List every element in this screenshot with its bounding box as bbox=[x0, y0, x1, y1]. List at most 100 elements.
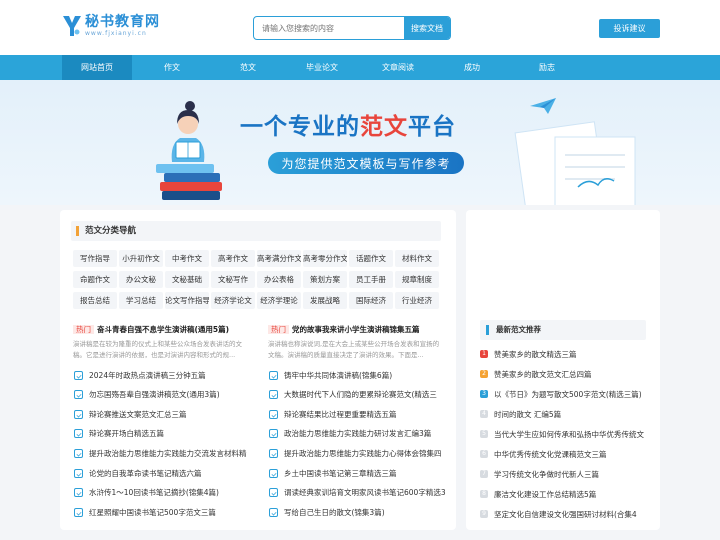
article-list-item[interactable]: 水浒传1～10回读书笔记摘抄(锦集4篇) bbox=[74, 486, 254, 500]
article-title: 政治能力思维能力实践能力研讨发言汇编3篇 bbox=[284, 429, 432, 439]
nav-item-thesis[interactable]: 毕业论文 bbox=[292, 55, 352, 80]
paper-plane-icon bbox=[530, 98, 556, 114]
category-link[interactable]: 国际经济 bbox=[349, 292, 393, 309]
document-icon bbox=[269, 370, 278, 380]
category-link[interactable]: 规章制度 bbox=[395, 271, 439, 288]
rank-badge: 7 bbox=[480, 470, 488, 478]
rank-badge: 4 bbox=[480, 410, 488, 418]
recommend-panel: 最新范文推荐 1 赞美家乡的散文精选三篇 2 赞美家乡的散文范文汇总四篇 3 以《节日》为… bbox=[466, 210, 660, 530]
category-link[interactable]: 高考满分作文 bbox=[257, 250, 301, 267]
recommend-item[interactable]: 2 赞美家乡的散文范文汇总四篇 bbox=[480, 367, 656, 381]
nav-item-inspiration[interactable]: 励志 bbox=[519, 55, 575, 80]
article-list-item[interactable]: 乡土中国读书笔记第三章精选三篇 bbox=[269, 466, 449, 480]
recommend-header: 最新范文推荐 bbox=[480, 320, 646, 340]
article-list-item[interactable]: 谓读经典家训培育文明家风读书笔记600字精选3 bbox=[269, 486, 449, 500]
nav-item-reading[interactable]: 文章阅读 bbox=[370, 55, 426, 80]
document-icon bbox=[74, 507, 83, 517]
article-title: 论党的自我革命读书笔记精选六篇 bbox=[89, 468, 202, 478]
article-list-item[interactable]: 铸牢中华共同体演讲稿(锦集6篇) bbox=[269, 368, 449, 382]
recommend-title-text: 赞美家乡的散文范文汇总四篇 bbox=[494, 369, 592, 379]
recommend-item[interactable]: 4 时间的散文 汇编5篇 bbox=[480, 407, 656, 421]
document-icon bbox=[74, 468, 83, 478]
document-icon bbox=[74, 448, 83, 458]
category-link[interactable]: 小升初作文 bbox=[119, 250, 163, 267]
main-nav: 网站首页 作文 范文 毕业论文 文章阅读 成功 励志 bbox=[0, 55, 720, 80]
search-input[interactable] bbox=[254, 17, 404, 39]
category-link[interactable]: 经济学论文 bbox=[211, 292, 255, 309]
article-list-item[interactable]: 2024年时政热点演讲稿三分钟五篇 bbox=[74, 368, 254, 382]
banner-subtitle: 为您提供范文模板与写作参考 bbox=[268, 152, 464, 174]
category-link[interactable]: 文秘写作 bbox=[211, 271, 255, 288]
category-link[interactable]: 策划方案 bbox=[303, 271, 347, 288]
category-link[interactable]: 学习总结 bbox=[119, 292, 163, 309]
article-list-item[interactable]: 大数据时代下人们隐的更累辩论赛范文(精选三 bbox=[269, 388, 449, 402]
article-title: 辩论赛结果比过程更重要精选五篇 bbox=[284, 409, 397, 419]
recommend-title-text: 中华优秀传统文化党课稿范文三篇 bbox=[494, 449, 607, 459]
article-list-item[interactable]: 辩论赛推送文案范文汇总三篇 bbox=[74, 407, 254, 421]
category-link[interactable]: 高考作文 bbox=[211, 250, 255, 267]
category-link[interactable]: 办公表格 bbox=[257, 271, 301, 288]
recommend-item[interactable]: 7 学习传统文化争做时代新人三篇 bbox=[480, 467, 656, 481]
recommend-item[interactable]: 8 廉洁文化建设工作总结精选5篇 bbox=[480, 487, 656, 501]
rank-badge: 9 bbox=[480, 510, 488, 518]
nav-item-model-essay[interactable]: 范文 bbox=[220, 55, 276, 80]
article-list-item[interactable]: 政治能力思维能力实践能力研讨发言汇编3篇 bbox=[269, 427, 449, 441]
article-list-item[interactable]: 写给自己生日的散文(锦集3篇) bbox=[269, 505, 449, 519]
hot-desc-left: 演讲稿是在较为隆重的仪式上和某些公众场合发表讲话的文稿。它是进行演讲的依据，也是… bbox=[73, 340, 242, 359]
article-list-item[interactable]: 论党的自我革命读书笔记精选六篇 bbox=[74, 466, 254, 480]
article-title: 乡土中国读书笔记第三章精选三篇 bbox=[284, 468, 397, 478]
recommend-item[interactable]: 3 以《节日》为题写散文500字范文(精选三篇) bbox=[480, 387, 656, 401]
reading-girl-illustration bbox=[156, 101, 222, 200]
document-icon bbox=[269, 468, 278, 478]
category-link[interactable]: 行业经济 bbox=[395, 292, 439, 309]
document-icon bbox=[74, 370, 83, 380]
nav-item-success[interactable]: 成功 bbox=[444, 55, 500, 80]
recommend-item[interactable]: 9 坚定文化自信建设文化强国研讨材料(合集4 bbox=[480, 507, 656, 521]
recommend-title-text: 廉洁文化建设工作总结精选5篇 bbox=[494, 489, 597, 499]
recommend-item[interactable]: 1 赞美家乡的散文精选三篇 bbox=[480, 347, 656, 361]
category-panel: 范文分类导航 写作指导 小升初作文 中考作文 高考作文 高考满分作文 高考零分作文 话题作文… bbox=[60, 210, 456, 530]
rank-badge: 1 bbox=[480, 350, 488, 358]
complaint-button[interactable]: 投诉建议 bbox=[599, 19, 660, 38]
recommend-title-text: 当代大学生应如何传承和弘扬中华优秀传统文 bbox=[494, 429, 644, 439]
category-link[interactable]: 中考作文 bbox=[165, 250, 209, 267]
article-list-item[interactable]: 提升政治能力思维能力实践能力交流发言材料精 bbox=[74, 446, 254, 460]
search-button[interactable]: 搜索文档 bbox=[404, 17, 450, 39]
document-icon bbox=[269, 390, 278, 400]
document-icon bbox=[269, 448, 278, 458]
article-title: 铸牢中华共同体演讲稿(锦集6篇) bbox=[284, 370, 393, 380]
hot-title-text: 奋斗青春自强不息学生演讲稿(通用5篇) bbox=[97, 325, 230, 334]
category-link[interactable]: 高考零分作文 bbox=[303, 250, 347, 267]
category-link[interactable]: 经济学理论 bbox=[257, 292, 301, 309]
rank-badge: 8 bbox=[480, 490, 488, 498]
article-list-item[interactable]: 提升政治能力思维能力实践能力心得体会锦集四 bbox=[269, 446, 449, 460]
article-list-item[interactable]: 辩论赛结果比过程更重要精选五篇 bbox=[269, 407, 449, 421]
recommend-title: 最新范文推荐 bbox=[496, 325, 541, 334]
recommend-item[interactable]: 5 当代大学生应如何传承和弘扬中华优秀传统文 bbox=[480, 427, 656, 441]
recommend-item[interactable]: 6 中华优秀传统文化党课稿范文三篇 bbox=[480, 447, 656, 461]
category-link[interactable]: 发展战略 bbox=[303, 292, 347, 309]
category-link[interactable]: 员工手册 bbox=[349, 271, 393, 288]
article-title: 水浒传1～10回读书笔记摘抄(锦集4篇) bbox=[89, 488, 219, 498]
category-link[interactable]: 写作指导 bbox=[73, 250, 117, 267]
article-list-item[interactable]: 辩论赛开场白精选五篇 bbox=[74, 427, 254, 441]
category-link[interactable]: 文秘基础 bbox=[165, 271, 209, 288]
category-nav-header: 范文分类导航 bbox=[71, 221, 441, 241]
logo-subtitle: www.fjxianyi.cn bbox=[85, 30, 147, 37]
category-link[interactable]: 论文写作指导 bbox=[165, 292, 209, 309]
nav-item-composition[interactable]: 作文 bbox=[144, 55, 200, 80]
hot-title-left[interactable]: 热门 奋斗青春自强不息学生演讲稿(通用5篇) bbox=[73, 324, 229, 335]
category-link[interactable]: 报告总结 bbox=[73, 292, 117, 309]
hot-tag: 热门 bbox=[268, 325, 289, 334]
article-list-item[interactable]: 勿忘国殇吾辈自强演讲稿范文(通用3篇) bbox=[74, 388, 254, 402]
hot-title-right[interactable]: 热门 党的故事我来讲小学生演讲稿锦集五篇 bbox=[268, 324, 420, 335]
logo-title: 秘书教育网 bbox=[85, 14, 160, 30]
nav-item-home[interactable]: 网站首页 bbox=[62, 55, 132, 80]
rank-badge: 3 bbox=[480, 390, 488, 398]
category-link[interactable]: 材料作文 bbox=[395, 250, 439, 267]
category-link[interactable]: 话题作文 bbox=[349, 250, 393, 267]
category-link[interactable]: 命题作文 bbox=[73, 271, 117, 288]
article-list-item[interactable]: 红星照耀中国读书笔记500字范文三篇 bbox=[74, 505, 254, 519]
site-logo[interactable]: 秘书教育网 www.fjxianyi.cn bbox=[62, 14, 160, 38]
category-link[interactable]: 办公文秘 bbox=[119, 271, 163, 288]
